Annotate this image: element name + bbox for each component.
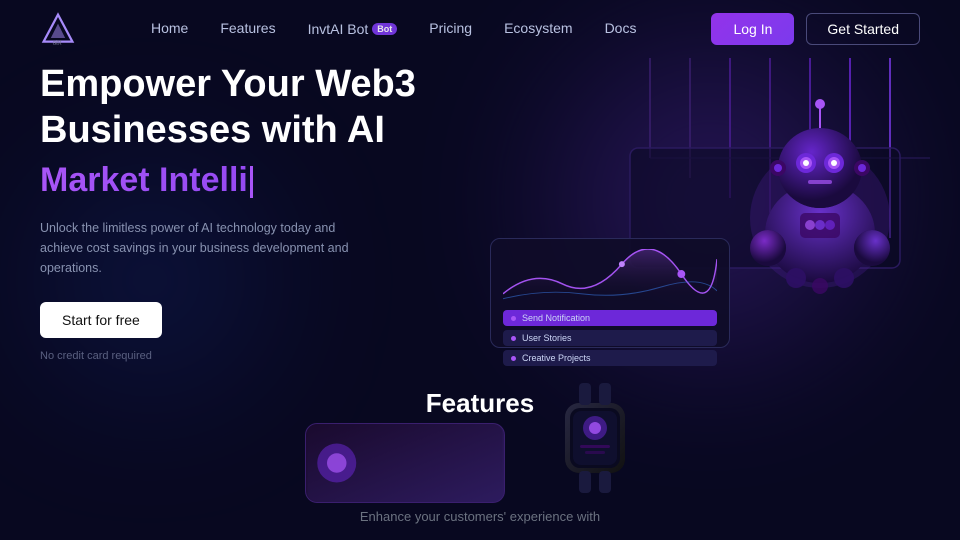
features-subtitle: Enhance your customers' experience with [0,509,960,524]
nav-item-pricing[interactable]: Pricing [429,20,472,38]
features-section: Features [0,368,960,534]
notification-list: Send Notification User Stories Creative … [503,310,717,366]
hero-visuals: Send Notification User Stories Creative … [520,58,920,368]
watch-device [535,373,655,503]
logo[interactable]: abt [40,11,76,47]
hero-content: Empower Your Web3 Businesses with AI Mar… [40,62,520,364]
hero-typed-text: Market Intelli [40,161,520,200]
no-credit-text: No credit card required [40,350,152,362]
features-title: Features [0,388,960,419]
notif-item-3: Creative Projects [503,350,717,366]
hero-section: Empower Your Web3 Businesses with AI Mar… [0,58,960,368]
nav-item-docs[interactable]: Docs [605,20,637,38]
notif-item-1: Send Notification [503,310,717,326]
logo-icon: abt [40,11,76,47]
dashboard-preview-card: Send Notification User Stories Creative … [490,238,730,348]
nav-item-features[interactable]: Features [220,20,275,38]
bot-badge: Bot [372,23,397,35]
login-button[interactable]: Log In [711,13,794,45]
nav-item-ecosystem[interactable]: Ecosystem [504,20,572,38]
get-started-button[interactable]: Get Started [806,13,920,45]
nav-item-invtai-bot[interactable]: InvtAI Bot Bot [308,21,398,37]
hero-description: Unlock the limitless power of AI technol… [40,218,360,278]
start-free-button[interactable]: Start for free [40,302,162,338]
hero-title: Empower Your Web3 Businesses with AI [40,62,520,153]
nav-links: Home Features InvtAI Bot Bot Pricing Eco… [151,20,636,38]
nav-item-home[interactable]: Home [151,20,188,38]
navbar: abt Home Features InvtAI Bot Bot Pricing… [0,0,960,58]
notif-item-2: User Stories [503,330,717,346]
typing-cursor [250,166,253,198]
feature-preview-row [0,423,960,503]
robot-character [720,58,920,318]
chart-area [503,249,717,304]
feature-card-1 [305,423,505,503]
nav-actions: Log In Get Started [711,13,920,45]
svg-text:abt: abt [53,39,62,46]
